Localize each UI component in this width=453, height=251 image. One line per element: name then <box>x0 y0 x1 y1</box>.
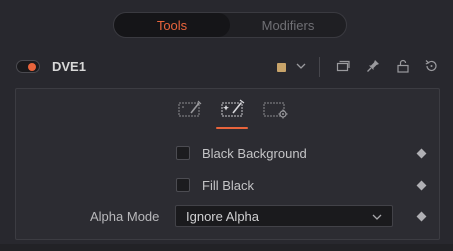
black-background-keyframe-icon[interactable] <box>416 148 427 159</box>
version-icon[interactable] <box>336 59 350 73</box>
chevron-down-icon[interactable] <box>295 60 307 72</box>
chevron-down-icon <box>372 214 382 220</box>
black-background-row: Black Background <box>176 144 307 162</box>
fill-black-row: Fill Black <box>176 176 254 194</box>
inspector-tab-bar: Tools Modifiers <box>113 12 347 38</box>
subtab-gear-settings[interactable] <box>262 97 290 121</box>
subtab-settings-wand[interactable] <box>219 97 247 121</box>
lock-icon[interactable] <box>396 59 410 73</box>
alpha-mode-value: Ignore Alpha <box>186 208 260 224</box>
black-background-checkbox[interactable] <box>176 146 190 160</box>
alpha-mode-label: Alpha Mode <box>90 209 160 224</box>
gear-settings-icon <box>263 102 288 119</box>
alpha-mode-dropdown[interactable]: Ignore Alpha <box>175 205 393 227</box>
tool-enable-toggle[interactable] <box>16 60 40 73</box>
tool-name[interactable]: DVE1 <box>52 59 86 74</box>
alpha-mode-keyframe-icon[interactable] <box>416 211 427 222</box>
fill-black-checkbox[interactable] <box>176 178 190 192</box>
bottom-strip <box>0 244 453 251</box>
tab-modifiers[interactable]: Modifiers <box>230 13 346 37</box>
controls-icon <box>178 100 202 117</box>
tool-header: DVE1 <box>0 50 453 84</box>
inspector-panel: Black Background Fill Black Alpha Mode I… <box>15 88 440 240</box>
tab-tools[interactable]: Tools <box>114 13 230 37</box>
pin-icon[interactable] <box>366 59 380 73</box>
toggle-knob <box>28 63 36 71</box>
tool-color-swatch[interactable] <box>277 63 286 72</box>
header-divider <box>319 57 320 77</box>
settings-wand-icon <box>221 99 245 117</box>
reset-icon[interactable] <box>424 59 438 73</box>
fill-black-keyframe-icon[interactable] <box>416 180 427 191</box>
fill-black-label: Fill Black <box>202 177 255 193</box>
active-subtab-indicator <box>216 127 248 129</box>
subtab-controls[interactable] <box>176 97 204 121</box>
black-background-label: Black Background <box>202 145 307 161</box>
